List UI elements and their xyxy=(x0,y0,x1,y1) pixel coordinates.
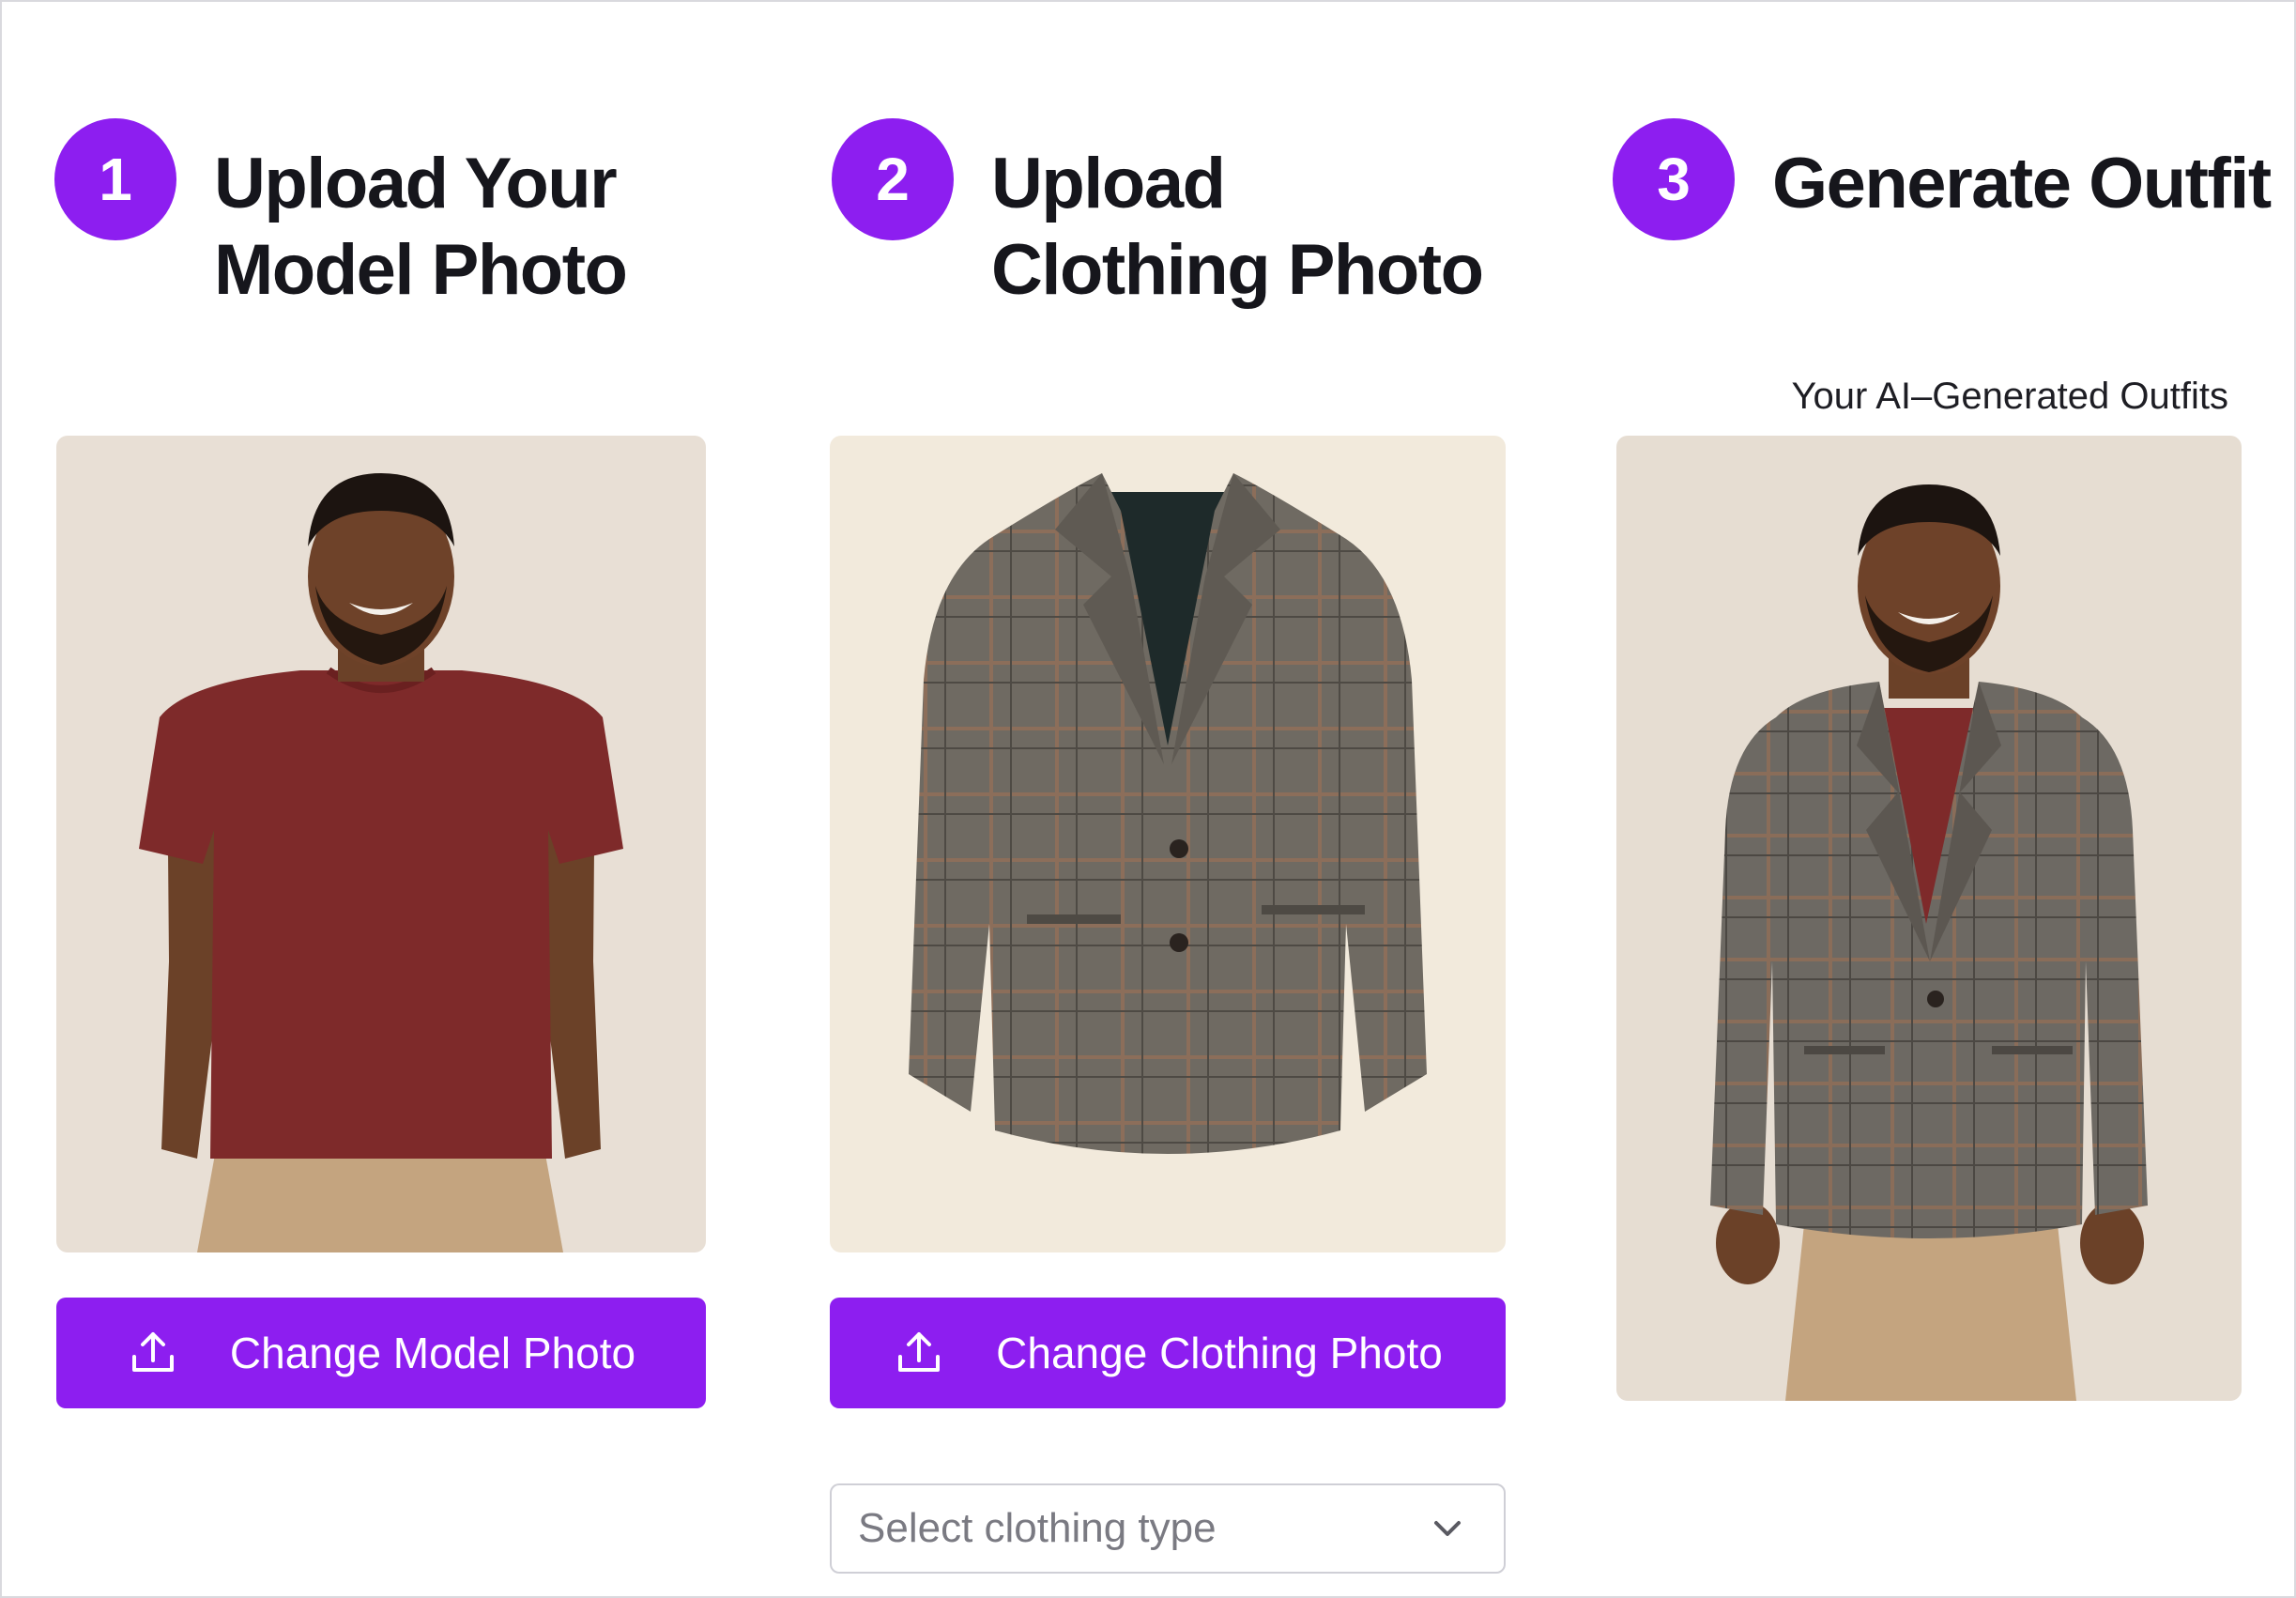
outfit-generator-page: 1 Upload Your Model Photo 2 Upload Cloth… xyxy=(0,0,2296,1598)
step-number-badge: 1 xyxy=(54,118,176,240)
upload-icon xyxy=(898,1332,941,1372)
chevron-down-icon xyxy=(1434,1521,1461,1536)
change-model-photo-button[interactable]: Change Model Photo xyxy=(56,1298,706,1408)
upload-icon xyxy=(131,1332,174,1372)
step-upload-model: 1 Upload Your Model Photo xyxy=(54,118,702,314)
change-clothing-photo-button[interactable]: Change Clothing Photo xyxy=(830,1298,1506,1408)
step-number-badge: 3 xyxy=(1613,118,1735,240)
button-label: Change Model Photo xyxy=(229,1329,636,1377)
select-placeholder: Select clothing type xyxy=(858,1505,1217,1551)
step-title: Upload Clothing Photo xyxy=(991,144,1484,310)
clothing-photo xyxy=(830,436,1506,1252)
button-label: Change Clothing Photo xyxy=(996,1329,1443,1377)
step-title: Generate Outfit xyxy=(1772,144,2272,223)
model-photo xyxy=(56,436,706,1252)
step-generate-outfit: 3 Generate Outfit xyxy=(1613,118,2296,240)
step-upload-clothing: 2 Upload Clothing Photo xyxy=(832,118,1517,314)
result-caption: Your AI–Generated Outfits xyxy=(1791,376,2229,417)
step-title: Upload Your Model Photo xyxy=(214,144,628,310)
step-number-badge: 2 xyxy=(832,118,954,240)
clothing-photo-illustration xyxy=(830,436,1506,1252)
generated-outfit-illustration xyxy=(1616,436,2242,1401)
model-photo-illustration xyxy=(56,436,706,1252)
clothing-type-select[interactable]: Select clothing type xyxy=(830,1483,1506,1574)
generated-outfit-photo xyxy=(1616,436,2242,1401)
